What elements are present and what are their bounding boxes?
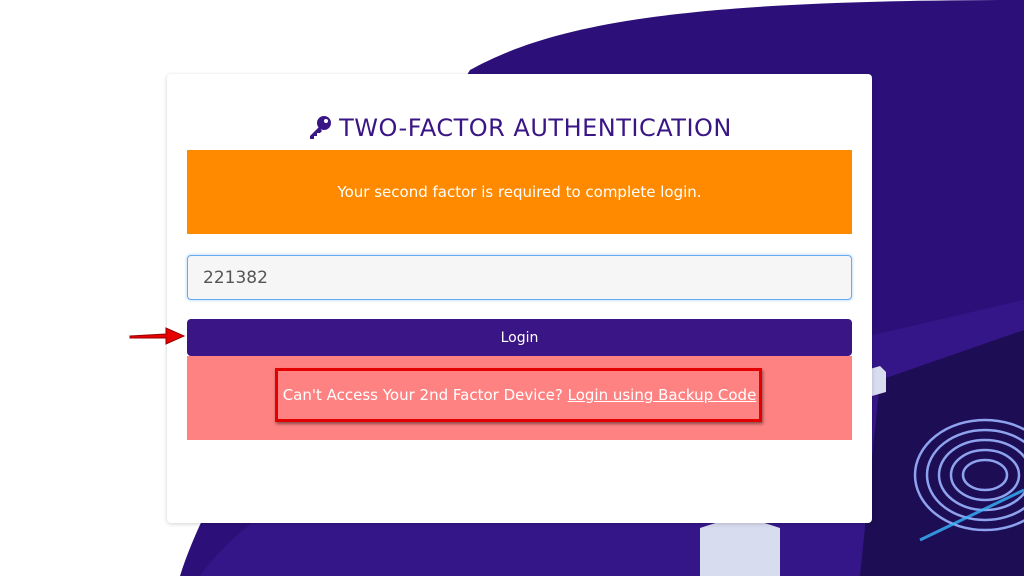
backup-prompt: Can't Access Your 2nd Factor Device?	[282, 386, 563, 404]
page-title: TWO-FACTOR AUTHENTICATION	[167, 114, 872, 146]
pointer-arrow-icon	[129, 327, 186, 345]
login-button[interactable]: Login	[187, 319, 852, 356]
title-text: TWO-FACTOR AUTHENTICATION	[339, 114, 732, 142]
backup-code-panel: Can't Access Your 2nd Factor Device? Log…	[187, 356, 852, 440]
two-factor-card: TWO-FACTOR AUTHENTICATION Your second fa…	[167, 74, 872, 523]
alert-message: Your second factor is required to comple…	[337, 183, 702, 201]
auth-code-input[interactable]	[187, 255, 852, 300]
backup-code-link[interactable]: Login using Backup Code	[568, 386, 757, 404]
second-factor-alert: Your second factor is required to comple…	[187, 150, 852, 234]
backup-message: Can't Access Your 2nd Factor Device? Log…	[187, 386, 852, 404]
key-icon	[307, 114, 333, 146]
